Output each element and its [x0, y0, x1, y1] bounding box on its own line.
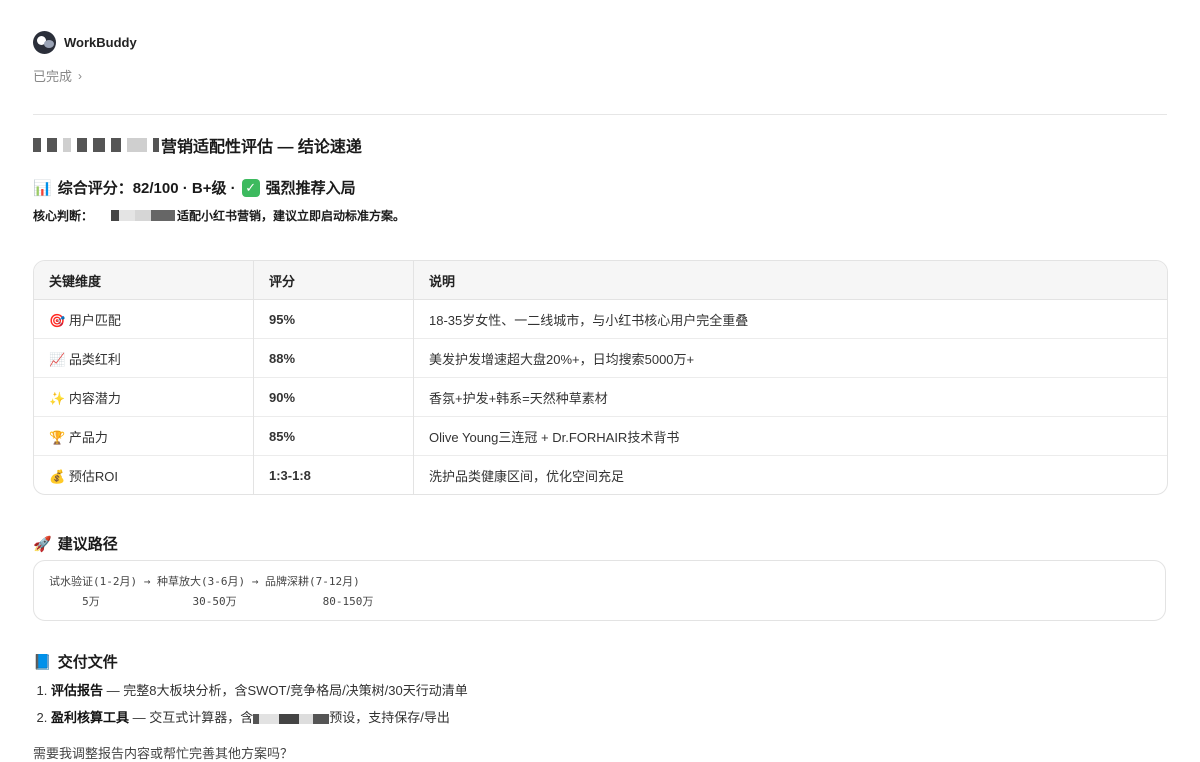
sparkles-icon: ✨: [49, 390, 66, 406]
column-header: 说明: [413, 261, 1167, 300]
core-judgement: 核心判断： 适配小红书营销，建议立即启动标准方案。: [33, 209, 406, 223]
app-header: WorkBuddy 已完成 ›: [33, 31, 137, 85]
list-item: 盈利核算工具 — 交互式计算器，含预设，支持保存/导出: [51, 707, 468, 726]
deliverables-list: 评估报告 — 完整8大板块分析，含SWOT/竞争格局/决策树/30天行动清单 盈…: [33, 680, 468, 734]
status-label: 已完成: [33, 69, 73, 84]
redacted-block: [111, 210, 176, 221]
column-header: 关键维度: [34, 261, 254, 300]
rocket-icon: 🚀: [33, 535, 52, 553]
check-icon: ✓: [241, 178, 260, 197]
trophy-icon: 🏆: [49, 429, 66, 445]
money-bag-icon: 💰: [49, 468, 66, 484]
overall-score: 📊 综合评分：82/100 · B+级 · ✓ 强烈推荐入局: [33, 178, 356, 197]
brand: WorkBuddy: [33, 31, 137, 54]
path-budgets: 5万 30-50万 80-150万: [49, 595, 374, 608]
table-header-row: 关键维度 评分 说明: [34, 261, 1167, 300]
report-title: 营销适配性评估 — 结论速递: [33, 133, 362, 157]
chevron-right-icon: ›: [78, 68, 83, 83]
redacted-block: [33, 138, 159, 152]
divider: [33, 114, 1167, 115]
table-row: 🎯 用户匹配 95% 18-35岁女性、一二线城市，与小红书核心用户完全重叠: [34, 299, 1167, 339]
path-heading: 🚀 建议路径: [33, 535, 118, 554]
chart-icon: 📊: [33, 179, 52, 197]
trend-up-icon: 📈: [49, 351, 66, 367]
target-icon: 🎯: [49, 312, 66, 328]
deliverables-heading: 📘 交付文件: [33, 653, 118, 672]
list-item: 评估报告 — 完整8大板块分析，含SWOT/竞争格局/决策树/30天行动清单: [51, 680, 468, 699]
book-icon: 📘: [33, 653, 52, 671]
workbuddy-logo-icon: [33, 31, 56, 54]
table-row: ✨ 内容潜力 90% 香氛+护发+韩系=天然种草素材: [34, 377, 1167, 417]
evaluation-table: 关键维度 评分 说明 🎯 用户匹配 95% 18-35岁女性、一二线城市，与小红…: [33, 260, 1168, 495]
table-row: 📈 品类红利 88% 美发护发增速超大盘20%+，日均搜索5000万+: [34, 338, 1167, 378]
brand-name: WorkBuddy: [64, 35, 137, 50]
table-row: 🏆 产品力 85% Olive Young三连冠 + Dr.FORHAIR技术背…: [34, 416, 1167, 456]
status-toggle[interactable]: 已完成 ›: [33, 66, 137, 85]
path-stages: 试水验证(1-2月) → 种草放大(3-6月) → 品牌深耕(7-12月): [49, 575, 360, 588]
followup-text: 需要我调整报告内容或帮忙完善其他方案吗？: [33, 746, 294, 761]
redacted-block: [253, 713, 330, 724]
column-header: 评分: [253, 261, 414, 300]
path-code-block: 试水验证(1-2月) → 种草放大(3-6月) → 品牌深耕(7-12月) 5万…: [33, 560, 1166, 621]
table-row: 💰 预估ROI 1:3-1:8 洗护品类健康区间，优化空间充足: [34, 455, 1167, 494]
